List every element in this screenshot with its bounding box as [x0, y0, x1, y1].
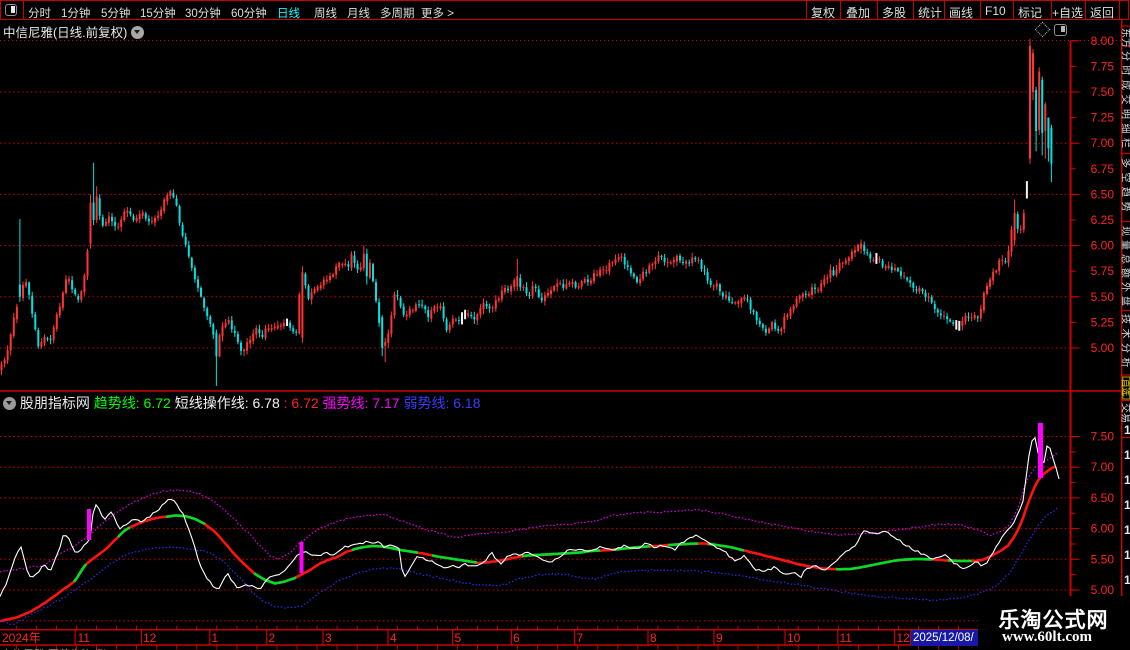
svg-text:7.25: 7.25: [1091, 111, 1115, 125]
svg-text:1: 1: [1124, 498, 1130, 512]
svg-text:分时成交明细栏: 分时成交明细栏: [1119, 51, 1130, 153]
svg-text:9: 9: [716, 631, 723, 645]
svg-text:1: 1: [1124, 473, 1130, 487]
svg-text:7: 7: [577, 631, 584, 645]
svg-text:7.00: 7.00: [1091, 136, 1115, 150]
svg-text:5: 5: [455, 631, 462, 645]
svg-text:6.75: 6.75: [1091, 162, 1115, 176]
svg-text:东方: 东方: [1119, 28, 1130, 48]
svg-text:5.75: 5.75: [1091, 264, 1115, 278]
svg-text:7.75: 7.75: [1091, 59, 1115, 73]
svg-text:7.50: 7.50: [1091, 85, 1115, 99]
svg-text:2: 2: [269, 631, 276, 645]
svg-text:6.25: 6.25: [1091, 213, 1115, 227]
svg-text:6.50: 6.50: [1091, 187, 1115, 201]
svg-text:12: 12: [897, 631, 911, 645]
svg-text:5.00: 5.00: [1091, 583, 1115, 597]
svg-text:交易: 交易: [1119, 403, 1130, 423]
svg-text:多空趋势: 多空趋势: [1119, 158, 1130, 216]
svg-text:3: 3: [325, 631, 332, 645]
svg-text:现量总额外盘: 现量总额外盘: [1119, 226, 1130, 310]
svg-text:8: 8: [650, 631, 657, 645]
svg-text:5.25: 5.25: [1091, 315, 1115, 329]
svg-text:8.00: 8.00: [1091, 34, 1115, 48]
svg-text:10: 10: [787, 631, 801, 645]
svg-text:6.00: 6.00: [1091, 239, 1115, 253]
svg-text:2024年: 2024年: [2, 631, 41, 645]
svg-text:5.50: 5.50: [1091, 552, 1115, 566]
svg-text:6: 6: [513, 631, 520, 645]
svg-text:6.50: 6.50: [1091, 491, 1115, 505]
svg-text:1: 1: [1124, 548, 1130, 562]
svg-text:1: 1: [212, 631, 219, 645]
svg-text:1: 1: [1124, 423, 1130, 437]
svg-text:4: 4: [390, 631, 397, 645]
svg-text:1: 1: [1124, 448, 1130, 462]
svg-text:6.00: 6.00: [1091, 522, 1115, 536]
svg-text:12: 12: [143, 631, 157, 645]
svg-text:1: 1: [1124, 573, 1130, 587]
svg-text:7.00: 7.00: [1091, 460, 1115, 474]
svg-text:5.50: 5.50: [1091, 290, 1115, 304]
svg-text:1: 1: [1124, 523, 1130, 537]
svg-text:技术分析: 技术分析: [1119, 314, 1130, 372]
svg-text:5.00: 5.00: [1091, 341, 1115, 355]
svg-text:11: 11: [78, 631, 91, 645]
svg-text:11: 11: [840, 631, 853, 645]
svg-text:7.50: 7.50: [1091, 430, 1115, 444]
svg-text:自选: 自选: [1121, 379, 1130, 397]
